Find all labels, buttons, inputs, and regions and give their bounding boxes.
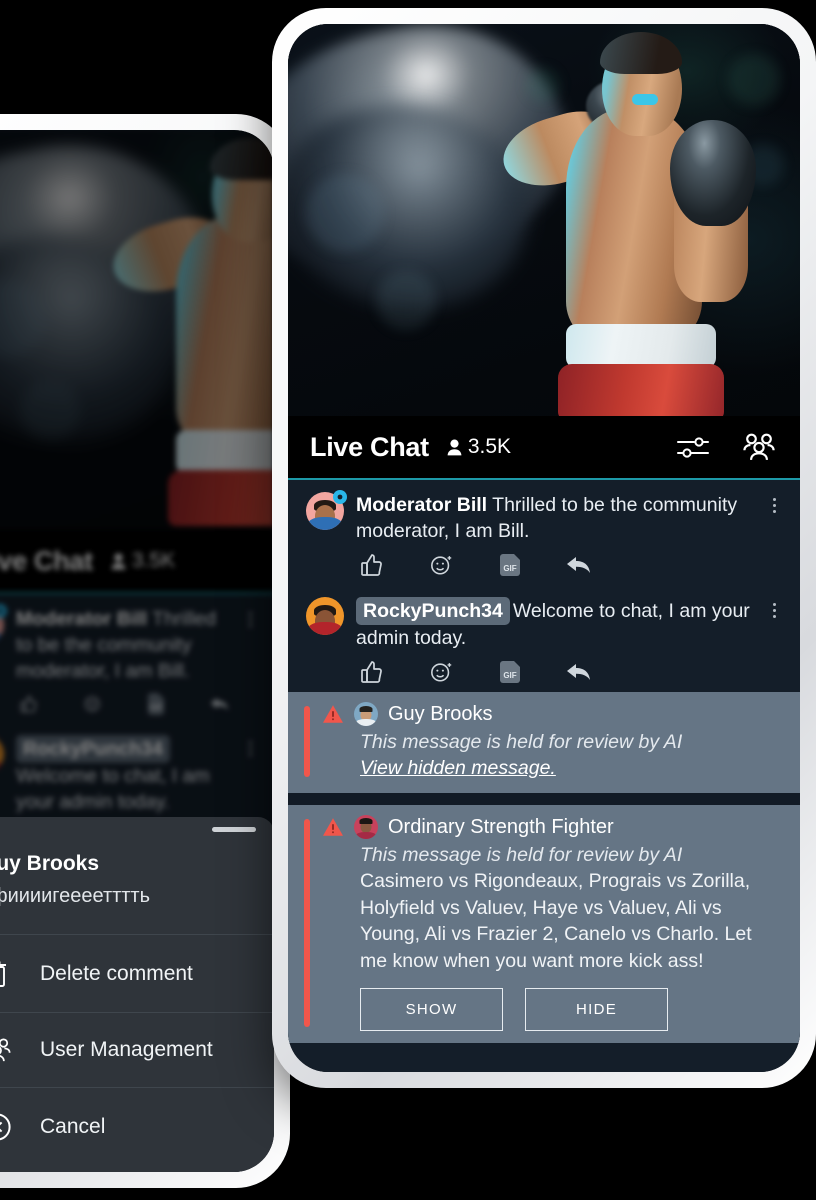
- avatar[interactable]: [354, 702, 378, 726]
- held-message-author: Guy Brooks: [388, 702, 493, 725]
- view-hidden-message-link[interactable]: View hidden message.: [322, 755, 784, 781]
- viewer-count-label: 3.5K: [467, 435, 512, 458]
- sheet-header: Guy Brooks афиииигеееетттть: [0, 832, 274, 934]
- message-text: RockyPunch34 Welcome to chat, I am your a…: [356, 597, 754, 651]
- held-message-row: Guy Brooks This message is held for revi…: [288, 692, 800, 793]
- message-actions: GIF: [356, 544, 754, 583]
- emoji-icon[interactable]: [430, 553, 454, 577]
- held-message-buttons: SHOW HIDE: [322, 988, 784, 1031]
- sheet-user-name: Guy Brooks: [0, 852, 100, 875]
- held-message-notice: This message is held for review by AI: [360, 731, 683, 753]
- avatar[interactable]: [306, 597, 344, 635]
- thumbs-up-icon[interactable]: [360, 553, 384, 577]
- chat-message-list[interactable]: Moderator Bill Thrilled to be the commun…: [288, 480, 800, 1072]
- sheet-row-label: User Management: [40, 1038, 213, 1061]
- sheet-row-user-management[interactable]: User Management: [0, 1012, 274, 1087]
- viewer-count: 3.5K: [447, 435, 511, 459]
- message-row: Moderator Bill Thrilled to be the commun…: [288, 480, 800, 585]
- warning-triangle-icon: [323, 818, 343, 836]
- message-row: RockyPunch34 Welcome to chat, I am your a…: [288, 585, 800, 692]
- action-sheet: Guy Brooks афиииигеееетттть Delete comme…: [0, 817, 274, 1172]
- chat-header: Live Chat 3.5K: [288, 416, 800, 480]
- thumbs-up-icon[interactable]: [360, 660, 384, 684]
- sheet-row-label: Delete comment: [40, 961, 193, 985]
- held-message-header: Ordinary Strength Fighter: [322, 815, 784, 839]
- phone-left: Live Chat 3.5K: [0, 114, 290, 1188]
- more-options-icon[interactable]: [766, 597, 782, 690]
- gear-icon: [332, 489, 348, 505]
- held-message-separator: [288, 793, 800, 805]
- page-root: Live Chat 3.5K: [0, 0, 816, 1200]
- gif-icon[interactable]: GIF: [500, 554, 520, 576]
- sheet-user-message: афиииигеееетттть: [0, 885, 151, 907]
- people-group-icon: [0, 1037, 14, 1063]
- phone-left-screen: Live Chat 3.5K: [0, 130, 274, 1172]
- warning-triangle-icon: [323, 705, 343, 723]
- page-title: Live Chat: [310, 431, 429, 462]
- trash-icon: [0, 959, 14, 988]
- show-button[interactable]: SHOW: [360, 988, 503, 1031]
- reply-icon[interactable]: [566, 553, 592, 577]
- avatar[interactable]: [354, 815, 378, 839]
- more-options-icon[interactable]: [766, 492, 782, 583]
- held-message-row: Ordinary Strength Fighter This message i…: [288, 805, 800, 1043]
- sliders-icon[interactable]: [676, 434, 710, 460]
- reply-icon[interactable]: [566, 660, 592, 684]
- held-message-body: Casimero vs Rigondeaux, Prograis vs Zori…: [360, 870, 752, 972]
- boxer-figure: [474, 24, 794, 416]
- sheet-row-cancel[interactable]: Cancel: [0, 1087, 274, 1172]
- message-actions: GIF: [356, 651, 754, 690]
- avatar[interactable]: [306, 490, 347, 530]
- held-message-author: Ordinary Strength Fighter: [388, 815, 614, 838]
- sheet-row-label: Cancel: [40, 1115, 106, 1138]
- people-group-icon[interactable]: [740, 432, 778, 462]
- message-author[interactable]: RockyPunch34: [356, 597, 510, 625]
- emoji-icon[interactable]: [430, 660, 454, 684]
- message-text: Moderator Bill Thrilled to be the commun…: [356, 492, 754, 544]
- sheet-row-delete-comment[interactable]: Delete comment: [0, 934, 274, 1012]
- person-icon: [447, 439, 462, 455]
- gif-icon[interactable]: GIF: [500, 661, 520, 683]
- held-message-notice: This message is held for review by AI: [360, 844, 683, 866]
- held-accent-bar: [304, 819, 310, 1027]
- held-message-header: Guy Brooks: [322, 702, 784, 726]
- hero-image: [288, 24, 800, 416]
- phone-right: Live Chat 3.5K Moderator Bill Thrilled t…: [272, 8, 816, 1088]
- held-accent-bar: [304, 706, 310, 777]
- hide-button[interactable]: HIDE: [525, 988, 668, 1031]
- close-circle-icon: [0, 1112, 14, 1142]
- phone-right-screen: Live Chat 3.5K Moderator Bill Thrilled t…: [288, 24, 800, 1072]
- message-author[interactable]: Moderator Bill: [356, 494, 487, 516]
